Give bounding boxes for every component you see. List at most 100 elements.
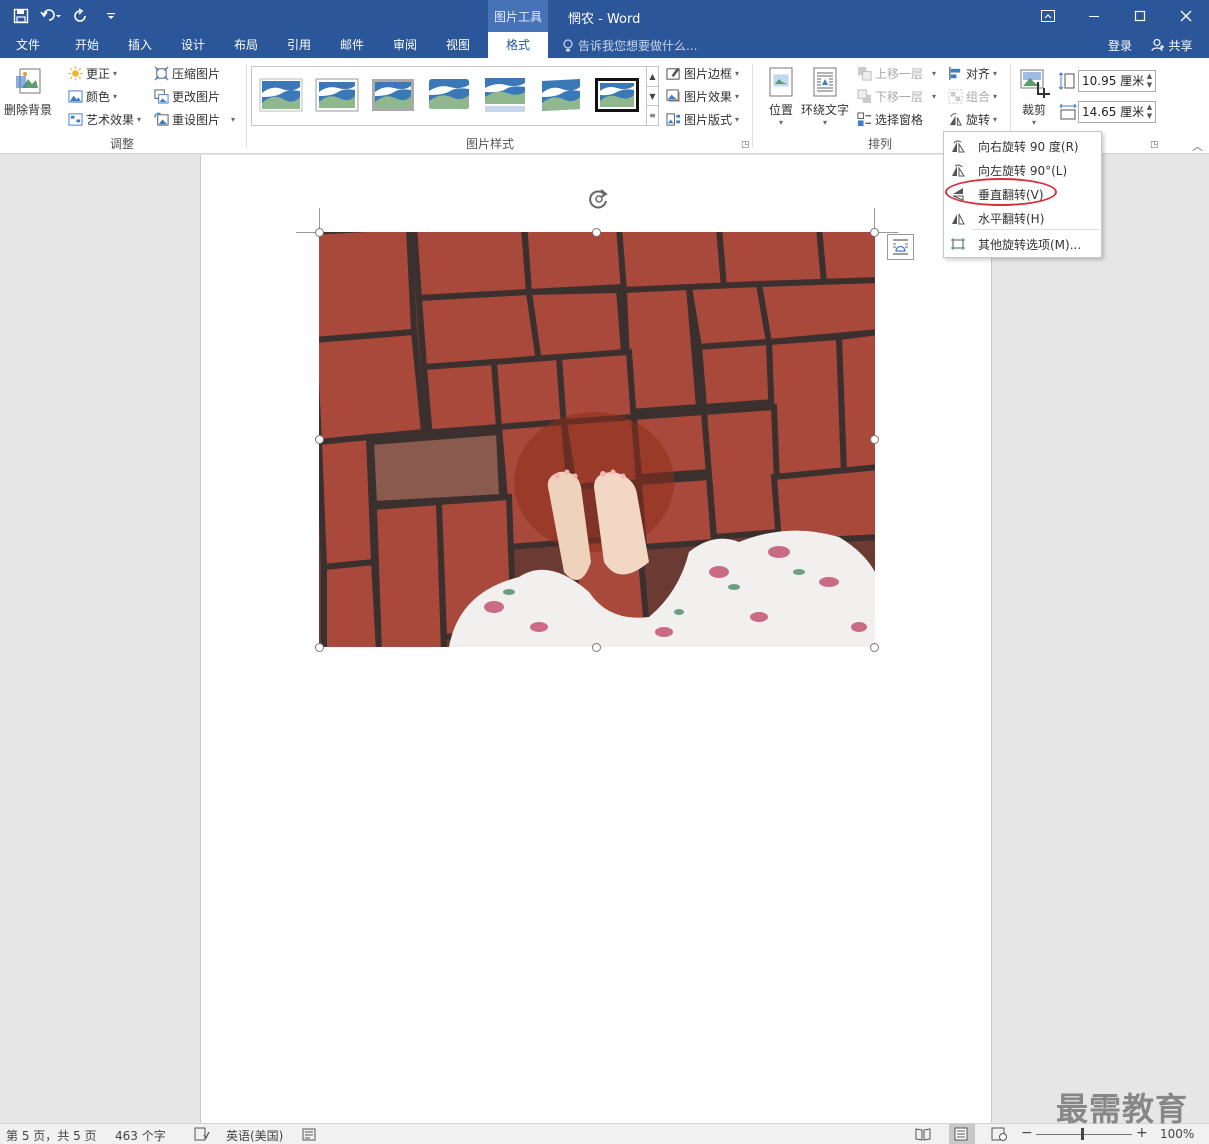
styles-group-label: 图片样式 (466, 137, 515, 151)
compress-icon (154, 66, 169, 81)
bring-forward-icon (857, 66, 872, 81)
style-thumb-1[interactable] (258, 75, 304, 115)
shape-height-input[interactable]: 10.95 厘米 ▲ ▼ (1078, 70, 1156, 92)
style-thumb-7[interactable] (594, 75, 640, 115)
status-bar: 第 5 页，共 5 页 463 个字 英语(美国) − + 100% (0, 1123, 1209, 1144)
style-thumb-3[interactable] (370, 75, 416, 115)
tab-format[interactable]: 格式 (488, 32, 548, 58)
login-link[interactable]: 登录 (1108, 37, 1132, 54)
style-thumb-6[interactable] (538, 75, 584, 115)
zoom-out-icon[interactable]: − (1021, 1125, 1033, 1141)
size-dialog-launcher-icon[interactable]: ◳ (1150, 140, 1159, 150)
position-button[interactable]: 位置 ▾ (765, 66, 797, 127)
send-backward-icon (857, 89, 872, 104)
picture-layout-label: 图片版式 (684, 113, 733, 127)
redo-icon[interactable] (68, 5, 94, 27)
proofing-icon[interactable] (194, 1127, 210, 1141)
customize-qat-icon[interactable] (98, 5, 124, 27)
page-count[interactable]: 第 5 页，共 5 页 (6, 1127, 97, 1144)
resize-handle[interactable] (315, 228, 324, 237)
read-mode-icon[interactable] (915, 1127, 931, 1141)
selection-pane-button[interactable]: 选择窗格 (857, 111, 923, 128)
scroll-up-icon[interactable]: ▲ (647, 67, 658, 87)
bring-forward-button[interactable]: 上移一层 ▾ (857, 65, 936, 82)
resize-handle[interactable] (315, 435, 324, 444)
flip-horizontal-item[interactable]: 水平翻转(H) (944, 206, 1101, 230)
rotate-handle-icon[interactable] (586, 187, 612, 211)
style-thumb-5[interactable] (482, 75, 528, 115)
send-backward-button[interactable]: 下移一层 ▾ (857, 88, 936, 105)
tab-view[interactable]: 视图 (433, 32, 483, 58)
zoom-slider-track[interactable] (1036, 1134, 1132, 1135)
picture-tools-label: 图片工具 (488, 0, 548, 32)
language-indicator[interactable]: 英语(美国) (226, 1127, 283, 1144)
group-button[interactable]: 组合 ▾ (948, 88, 997, 105)
reset-picture-label: 重设图片 (172, 113, 221, 127)
width-spinner[interactable]: ▲ ▼ (1145, 103, 1154, 121)
tab-design[interactable]: 设计 (168, 32, 218, 58)
height-spinner[interactable]: ▲ ▼ (1145, 72, 1154, 90)
height-icon (1059, 72, 1075, 90)
align-button[interactable]: 对齐 ▾ (948, 65, 997, 82)
resize-handle[interactable] (592, 643, 601, 652)
style-thumb-4[interactable] (426, 75, 472, 115)
web-layout-icon[interactable] (991, 1127, 1007, 1141)
person-icon (1151, 38, 1165, 52)
word-count[interactable]: 463 个字 (115, 1127, 166, 1144)
compress-pictures-button[interactable]: 压缩图片 (154, 65, 220, 82)
collapse-ribbon-icon[interactable]: ︿ (1192, 138, 1203, 154)
minimize-icon[interactable] (1071, 0, 1117, 32)
tab-home[interactable]: 开始 (62, 32, 112, 58)
tab-layout[interactable]: 布局 (221, 32, 271, 58)
save-icon[interactable] (8, 5, 34, 27)
resize-handle[interactable] (592, 228, 601, 237)
styles-dialog-launcher-icon[interactable]: ◳ (741, 140, 750, 150)
resize-handle[interactable] (870, 228, 879, 237)
height-value: 10.95 厘米 (1082, 74, 1145, 88)
maximize-icon[interactable] (1117, 0, 1163, 32)
wrap-text-button[interactable]: 环绕文字 ▾ (801, 66, 849, 127)
undo-icon[interactable] (38, 5, 64, 27)
rotate-right-90-label: 向右旋转 90 度(R) (978, 139, 1079, 154)
style-thumb-2[interactable] (314, 75, 360, 115)
sun-icon (68, 66, 83, 81)
share-button[interactable]: 共享 (1144, 32, 1200, 58)
resize-handle[interactable] (870, 643, 879, 652)
corrections-button[interactable]: 更正 ▾ (68, 65, 117, 82)
wrap-text-icon (813, 67, 837, 97)
picture-border-icon (666, 67, 680, 80)
color-button[interactable]: 颜色 ▾ (68, 88, 117, 105)
remove-background-label: 删除背景 (4, 103, 53, 117)
resize-handle[interactable] (870, 435, 879, 444)
shape-width-input[interactable]: 14.65 厘米 ▲ ▼ (1078, 101, 1156, 123)
tab-insert[interactable]: 插入 (115, 32, 165, 58)
print-layout-icon[interactable] (953, 1127, 969, 1141)
ribbon-tabs: 文件 开始 插入 设计 布局 引用 邮件 审阅 视图 格式 告诉我您想要做什么.… (0, 32, 1209, 58)
ribbon-display-icon[interactable] (1025, 0, 1071, 32)
inserted-picture[interactable] (319, 232, 875, 647)
tab-file[interactable]: 文件 (6, 32, 50, 58)
color-label: 颜色 (86, 90, 111, 104)
scroll-down-icon[interactable]: ▼ (647, 87, 658, 107)
tab-references[interactable]: 引用 (274, 32, 324, 58)
tab-review[interactable]: 审阅 (380, 32, 430, 58)
resize-handle[interactable] (315, 643, 324, 652)
crop-button[interactable]: 裁剪 ▾ (1018, 66, 1050, 127)
picture-border-button[interactable]: 图片边框 ▾ (666, 65, 739, 82)
rotate-right-90-item[interactable]: 向右旋转 90 度(R) (944, 134, 1101, 158)
macro-record-icon[interactable] (302, 1128, 316, 1141)
rotate-button[interactable]: 旋转 ▾ (948, 111, 997, 128)
close-icon[interactable] (1163, 0, 1209, 32)
picture-effects-button[interactable]: 图片效果 ▾ (666, 88, 739, 105)
gallery-more-icon[interactable]: ≡ (647, 106, 658, 125)
tell-me-box[interactable]: 告诉我您想要做什么... (562, 37, 697, 54)
styles-gallery-scroll[interactable]: ▲ ▼ ≡ (647, 66, 659, 126)
reset-picture-button[interactable]: 重设图片 ▾ (154, 111, 235, 128)
tab-mailings[interactable]: 邮件 (327, 32, 377, 58)
more-rotation-options-item[interactable]: 其他旋转选项(M)... (944, 232, 1101, 256)
artistic-effects-button[interactable]: 艺术效果 ▾ (68, 111, 141, 128)
layout-options-button[interactable] (887, 234, 914, 260)
remove-background-button[interactable]: 删除背景 (4, 66, 52, 118)
picture-layout-button[interactable]: 图片版式 ▾ (666, 111, 739, 128)
change-picture-button[interactable]: 更改图片 (154, 88, 220, 105)
